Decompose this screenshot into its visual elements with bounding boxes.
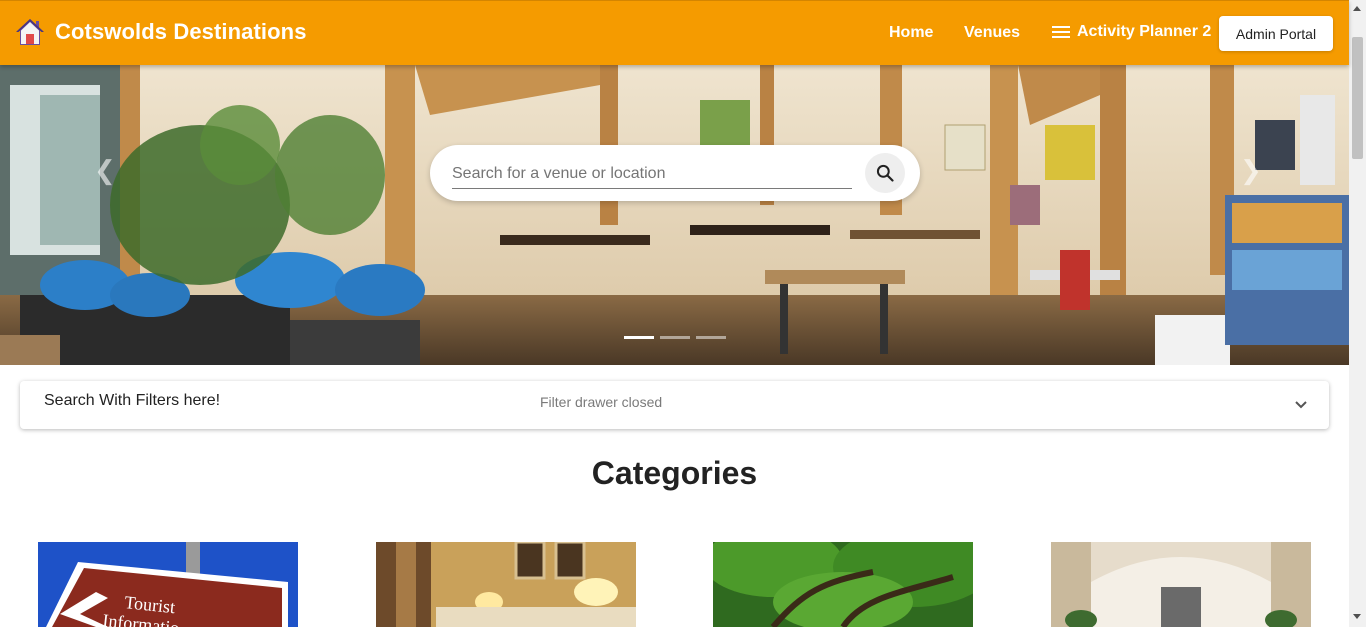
nav-home-link[interactable]: Home [889, 24, 933, 42]
brand-title[interactable]: Cotswolds Destinations [55, 19, 307, 45]
filter-drawer-status: Filter drawer closed [540, 394, 663, 410]
categories-heading: Categories [591, 455, 758, 491]
house-icon[interactable] [15, 17, 45, 47]
category-card-nature[interactable] [713, 542, 973, 627]
scroll-up-arrow-icon[interactable] [1353, 6, 1361, 11]
nav-venues-link[interactable]: Venues [964, 24, 1020, 42]
carousel-next-arrow-icon[interactable]: ❯ [1240, 155, 1262, 186]
search-button[interactable] [865, 153, 905, 193]
category-image-venues [1051, 542, 1311, 627]
category-card-tourist-information[interactable]: Tourist Informatio [38, 542, 298, 627]
filter-drawer-title: Search With Filters here! [44, 392, 221, 409]
admin-portal-button[interactable]: Admin Portal [1219, 16, 1333, 51]
nav-activity-planner-link[interactable]: Activity Planner 2 [1052, 23, 1211, 41]
search-bar [430, 145, 920, 201]
carousel-indicator[interactable] [696, 336, 726, 339]
carousel-indicators [624, 336, 726, 339]
category-image-nature [713, 542, 973, 627]
nav-activity-planner-label: Activity Planner 2 [1077, 23, 1212, 40]
category-image-accommodation [376, 542, 636, 627]
carousel-prev-arrow-icon[interactable]: ❮ [94, 155, 116, 186]
category-card-venues[interactable] [1051, 542, 1311, 627]
menu-icon [1052, 25, 1070, 39]
filter-drawer-toggle[interactable]: Search With Filters here! Filter drawer … [20, 381, 1329, 429]
category-card-accommodation[interactable] [376, 542, 636, 627]
scrollbar-thumb[interactable] [1352, 37, 1363, 159]
category-image-tourist-information: Tourist Informatio [38, 542, 298, 627]
hero-slide-image [0, 65, 1349, 365]
app-bar: Cotswolds Destinations Home Venues Activ… [0, 0, 1349, 65]
search-icon [876, 164, 894, 182]
scroll-down-arrow-icon[interactable] [1353, 614, 1361, 619]
carousel-indicator[interactable] [624, 336, 654, 339]
hero-carousel: ❮ ❯ [0, 65, 1349, 365]
chevron-down-icon[interactable] [1293, 399, 1309, 411]
search-input[interactable] [452, 159, 852, 189]
carousel-indicator[interactable] [660, 336, 690, 339]
page-scrollbar[interactable] [1349, 0, 1366, 627]
